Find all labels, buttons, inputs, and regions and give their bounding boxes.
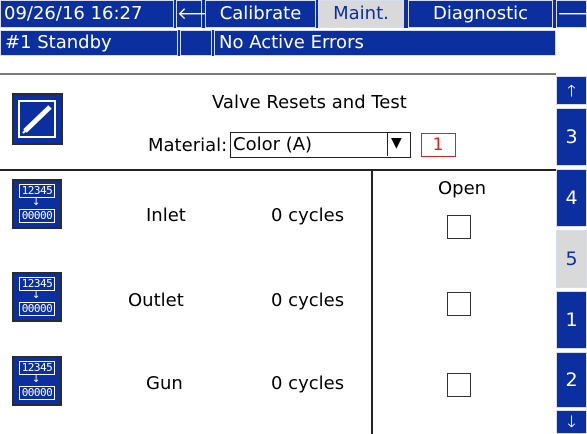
- panel-section-divider: [0, 169, 556, 171]
- page-up-button[interactable]: 🡑: [556, 76, 587, 105]
- valve-cycles: 0 cycles: [271, 290, 345, 311]
- error-status: No Active Errors: [214, 30, 556, 56]
- counter-top-value: 12345: [19, 184, 55, 198]
- datetime-display: 09/26/16 16:27: [0, 0, 174, 28]
- page-tab-4[interactable]: 4: [556, 169, 587, 227]
- material-dropdown-value: Color (A): [233, 134, 313, 155]
- page-tab-1[interactable]: 1: [556, 291, 587, 349]
- open-column-divider: [371, 170, 373, 434]
- counter-bottom-value: 00000: [19, 386, 55, 400]
- page-tab-3[interactable]: 3: [556, 108, 587, 166]
- tab-maint[interactable]: Maint.: [318, 0, 404, 28]
- page-down-button[interactable]: 🡓: [556, 410, 587, 434]
- top-bar: 09/26/16 16:27 🡐 Calibrate Maint. Diagno…: [0, 0, 587, 28]
- arrow-up-icon: 🡑: [567, 81, 576, 100]
- edit-button[interactable]: [12, 93, 63, 145]
- panel-title: Valve Resets and Test: [212, 92, 407, 113]
- arrow-right-icon: 🡒: [557, 4, 587, 24]
- unit-status: #1 Standby: [0, 30, 178, 56]
- arrow-down-icon: 🡓: [567, 412, 576, 431]
- reset-outlet-counter-button[interactable]: 12345 ↓ 00000: [12, 272, 62, 322]
- open-gun-checkbox[interactable]: [447, 373, 471, 397]
- chevron-down-icon: ▼: [391, 135, 402, 151]
- page-tab-5[interactable]: 5: [556, 230, 587, 288]
- valve-name: Gun: [146, 373, 183, 394]
- dropdown-button[interactable]: ▼: [387, 133, 410, 156]
- material-dropdown[interactable]: Color (A) ▼: [230, 132, 411, 158]
- edit-icon: [18, 100, 56, 138]
- reset-gun-counter-button[interactable]: 12345 ↓ 00000: [12, 356, 62, 406]
- open-outlet-checkbox[interactable]: [447, 292, 471, 316]
- arrow-down-icon: ↓: [32, 290, 41, 301]
- nav-back-button[interactable]: 🡐: [176, 0, 223, 28]
- open-column-header: Open: [438, 178, 487, 199]
- panel-top-border: [0, 73, 556, 75]
- nav-forward-button[interactable]: 🡒: [556, 0, 587, 28]
- status-spacer: [180, 30, 212, 56]
- material-index-badge: 1: [421, 133, 456, 157]
- material-label: Material:: [148, 135, 228, 156]
- counter-bottom-value: 00000: [19, 302, 55, 316]
- counter-top-value: 12345: [19, 277, 55, 291]
- reset-inlet-counter-button[interactable]: 12345 ↓ 00000: [12, 179, 62, 229]
- arrow-down-icon: ↓: [32, 374, 41, 385]
- valve-name: Inlet: [146, 205, 186, 226]
- valve-cycles: 0 cycles: [271, 205, 345, 226]
- arrow-down-icon: ↓: [32, 197, 41, 208]
- counter-top-value: 12345: [19, 361, 55, 375]
- valve-name: Outlet: [128, 290, 184, 311]
- valve-cycles: 0 cycles: [271, 373, 345, 394]
- tab-diagnostic[interactable]: Diagnostic: [408, 0, 553, 28]
- page-tab-2[interactable]: 2: [556, 352, 587, 408]
- status-bar: #1 Standby No Active Errors: [0, 30, 556, 56]
- tab-calibrate[interactable]: Calibrate: [205, 0, 316, 28]
- counter-bottom-value: 00000: [19, 209, 55, 223]
- open-inlet-checkbox[interactable]: [447, 215, 471, 239]
- material-index-value: 1: [432, 135, 444, 155]
